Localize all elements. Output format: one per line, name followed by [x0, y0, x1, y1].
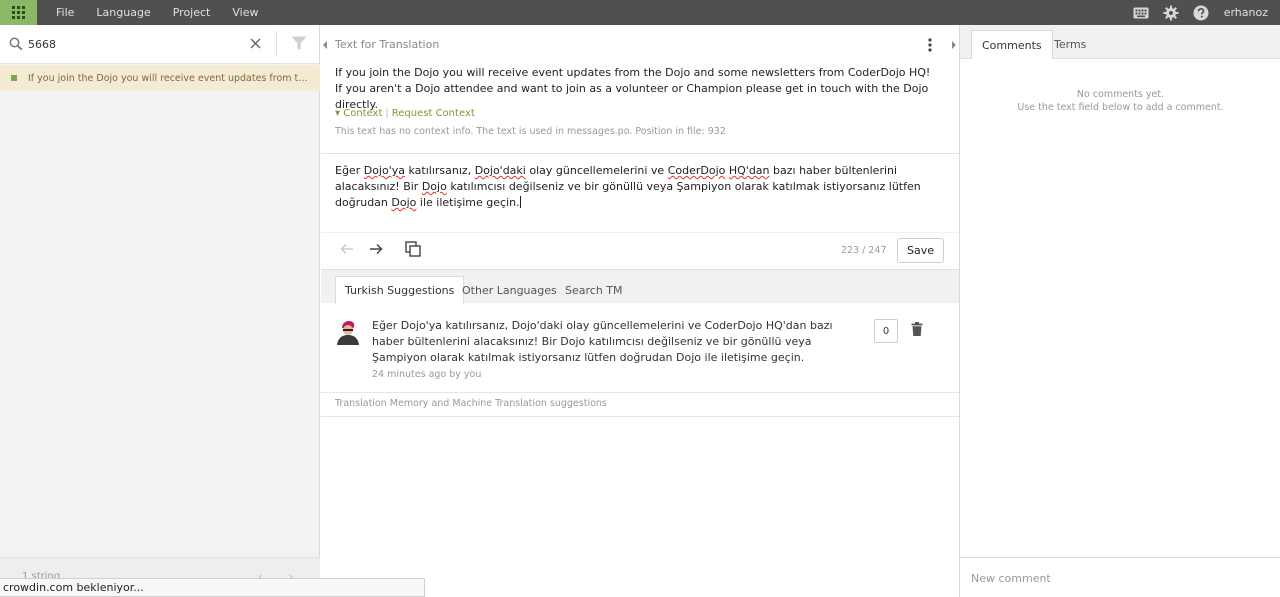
menu-project[interactable]: Project — [162, 6, 222, 19]
editor-panel: Text for Translation If you join the Doj… — [321, 25, 959, 597]
string-list-item[interactable]: If you join the Dojo you will receive ev… — [0, 65, 320, 91]
translation-input[interactable]: Eğer Dojo'ya katılırsanız, Dojo'daki ola… — [335, 163, 940, 211]
string-preview: If you join the Dojo you will receive ev… — [28, 72, 310, 84]
comments-tabs: Comments Terms — [960, 25, 1280, 59]
menu-view[interactable]: View — [221, 6, 269, 19]
tab-search-tm[interactable]: Search TM — [556, 276, 632, 304]
character-count: 223 / 247 — [841, 245, 887, 256]
new-comment-box — [960, 557, 1280, 597]
collapse-left-icon[interactable] — [321, 39, 329, 51]
copy-source-icon[interactable] — [405, 241, 421, 260]
menu-file[interactable]: File — [45, 6, 85, 19]
source-header: Text for Translation — [335, 38, 440, 51]
source-text: If you join the Dojo you will receive ev… — [335, 66, 931, 111]
new-comment-input[interactable] — [971, 569, 1261, 587]
top-right-tools: erhanoz — [1126, 0, 1280, 25]
search-bar — [0, 25, 319, 64]
more-options-icon[interactable] — [928, 38, 932, 55]
no-comments-message: No comments yet. Use the text field belo… — [1017, 89, 1224, 113]
trash-icon[interactable] — [911, 322, 923, 339]
main-menu: File Language Project View — [45, 0, 269, 25]
keyboard-icon[interactable] — [1126, 0, 1156, 25]
gear-icon[interactable] — [1156, 0, 1186, 25]
arrow-left-icon[interactable] — [340, 243, 354, 258]
context-toggle[interactable]: ▾ Context — [335, 108, 382, 119]
tab-comments[interactable]: Comments — [971, 30, 1053, 59]
vote-count-button[interactable]: 0 — [874, 319, 898, 343]
divider — [276, 31, 277, 57]
divider — [321, 416, 959, 417]
translated-status-marker — [11, 75, 17, 81]
search-icon — [9, 37, 23, 54]
tm-mt-suggestions-label: Translation Memory and Machine Translati… — [335, 398, 607, 409]
tab-terms[interactable]: Terms — [1044, 30, 1096, 59]
save-button[interactable]: Save — [897, 238, 944, 263]
avatar — [335, 319, 361, 345]
arrow-right-icon[interactable] — [369, 243, 383, 258]
suggestion-tabs: Turkish Suggestions Other Languages Sear… — [321, 269, 959, 304]
tab-other-languages[interactable]: Other Languages — [453, 276, 566, 304]
menu-language[interactable]: Language — [85, 6, 161, 19]
user-name[interactable]: erhanoz — [1216, 6, 1280, 19]
suggestion-meta: 24 minutes ago by you — [372, 369, 482, 380]
text-caret — [519, 196, 521, 208]
request-context-link[interactable]: Request Context — [392, 108, 475, 119]
suggestion-text: Eğer Dojo'ya katılırsanız, Dojo'daki ola… — [372, 319, 833, 364]
divider — [321, 153, 959, 154]
help-icon[interactable] — [1186, 0, 1216, 25]
tab-turkish-suggestions[interactable]: Turkish Suggestions — [335, 276, 465, 304]
apps-menu-button[interactable] — [0, 0, 37, 25]
collapse-right-icon[interactable] — [950, 39, 958, 51]
browser-status-bar: crowdin.com bekleniyor... — [0, 578, 425, 597]
context-row: ▾ Context | Request Context — [335, 108, 475, 119]
close-icon[interactable] — [250, 38, 261, 52]
context-info: This text has no context info. The text … — [335, 126, 726, 137]
comments-panel: Comments Terms No comments yet. Use the … — [959, 25, 1280, 597]
search-input[interactable] — [28, 35, 238, 53]
grid-icon — [12, 6, 25, 19]
divider — [321, 232, 959, 233]
strings-panel: If you join the Dojo you will receive ev… — [0, 25, 320, 597]
top-bar: File Language Project View erhanoz — [0, 0, 1280, 25]
filter-icon[interactable] — [291, 36, 307, 54]
suggestion-item[interactable]: Eğer Dojo'ya katılırsanız, Dojo'daki ola… — [321, 303, 959, 393]
triangle-down-icon: ▾ — [335, 108, 341, 119]
